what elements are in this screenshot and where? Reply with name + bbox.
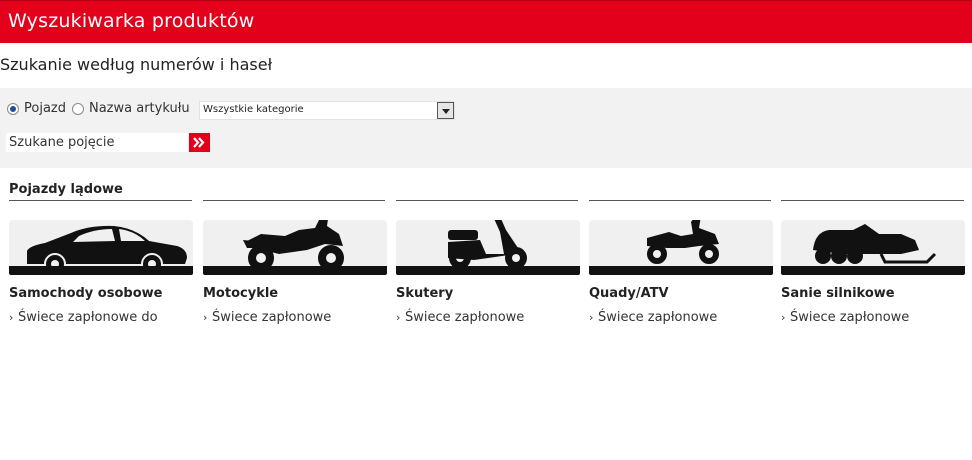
chevron-right-icon: ›: [396, 311, 401, 324]
category-link-label[interactable]: Świece zapłonowe: [405, 310, 524, 325]
double-chevron-right-icon: [193, 137, 205, 148]
category-link[interactable]: › Świece zapłonowe: [203, 310, 331, 325]
snowmobile-icon: [813, 224, 937, 264]
category-link-label[interactable]: Świece zapłonowe: [790, 310, 909, 325]
category-link[interactable]: › Świece zapłonowe: [396, 310, 524, 325]
category-select-value: Wszystkie kategorie: [203, 104, 304, 115]
category-title[interactable]: Quady/ATV: [589, 286, 669, 301]
chevron-right-icon: ›: [589, 311, 594, 324]
category-title[interactable]: Samochody osobowe: [9, 286, 162, 301]
chevron-down-icon[interactable]: [437, 102, 454, 119]
divider: [589, 200, 771, 201]
car-icon: [27, 225, 187, 266]
search-input[interactable]: [6, 133, 188, 152]
chevron-right-icon: ›: [9, 311, 14, 324]
category-link-label[interactable]: Świece zapłonowe do: [18, 310, 158, 325]
search-mode-group: Pojazd Nazwa artykułu: [7, 101, 196, 116]
search-panel: Pojazd Nazwa artykułu Wszystkie kategori…: [0, 88, 972, 168]
atv-icon: [645, 220, 721, 266]
category-link[interactable]: › Świece zapłonowe: [781, 310, 909, 325]
header-title: Wyszukiwarka produktów: [8, 10, 255, 32]
category-image[interactable]: [781, 220, 965, 275]
category-image[interactable]: [589, 220, 773, 275]
motorcycle-icon: [243, 220, 346, 266]
divider: [9, 200, 192, 201]
category-image[interactable]: [203, 220, 387, 275]
header-bar: Wyszukiwarka produktów: [0, 0, 972, 43]
chevron-right-icon: ›: [781, 311, 786, 324]
category-link-label[interactable]: Świece zapłonowe: [598, 310, 717, 325]
category-link[interactable]: › Świece zapłonowe do: [9, 310, 158, 325]
category-image[interactable]: [396, 220, 580, 275]
chevron-right-icon: ›: [203, 311, 208, 324]
category-link[interactable]: › Świece zapłonowe: [589, 310, 717, 325]
section-title: Pojazdy lądowe: [9, 182, 123, 197]
radio-article-label[interactable]: Nazwa artykułu: [89, 101, 190, 116]
category-link-label[interactable]: Świece zapłonowe: [212, 310, 331, 325]
divider: [396, 200, 578, 201]
category-title[interactable]: Skutery: [396, 286, 453, 301]
scooter-icon: [447, 220, 529, 266]
radio-vehicle[interactable]: [7, 102, 19, 115]
search-button[interactable]: [189, 133, 210, 152]
radio-article[interactable]: [71, 102, 84, 115]
category-select[interactable]: Wszystkie kategorie: [199, 101, 455, 120]
category-title[interactable]: Sanie silnikowe: [781, 286, 895, 301]
category-image[interactable]: [9, 220, 193, 275]
category-title[interactable]: Motocykle: [203, 286, 278, 301]
page-subtitle: Szukanie według numerów i haseł: [0, 55, 273, 74]
radio-vehicle-label[interactable]: Pojazd: [24, 101, 66, 116]
divider: [781, 200, 964, 201]
divider: [203, 200, 385, 201]
